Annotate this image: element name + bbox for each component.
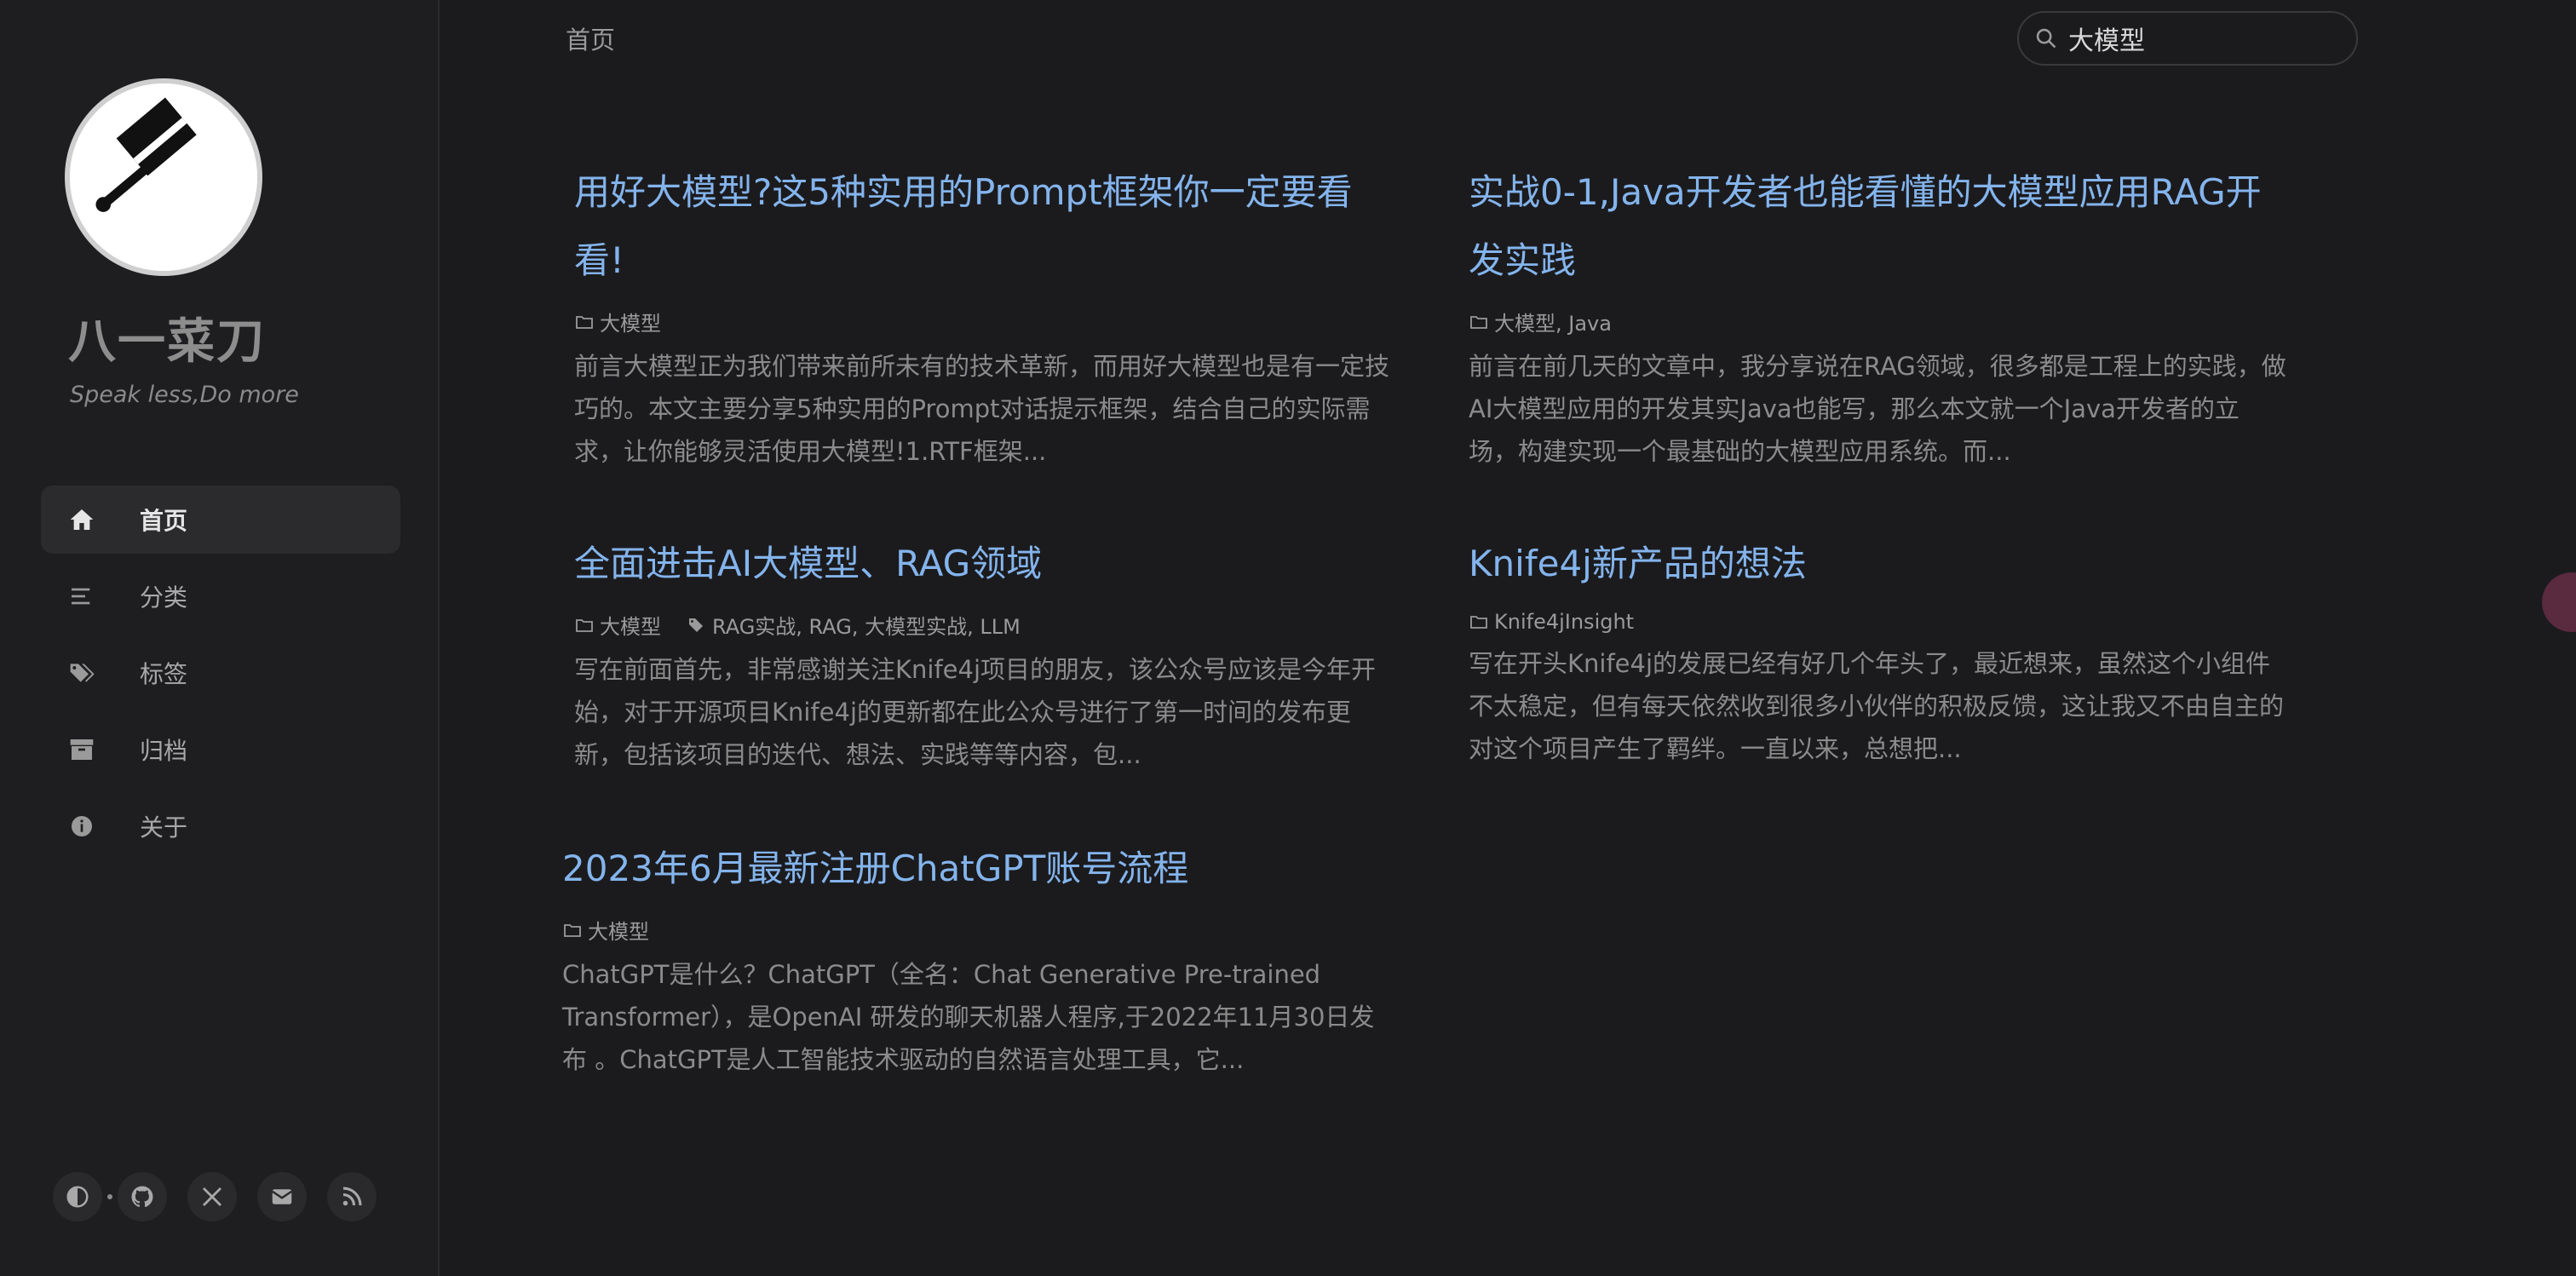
sidebar-item-about[interactable]: 关于 xyxy=(41,792,400,860)
post-card: 全面进击AI大模型、RAG领域 大模型 RAG实战, RAG, 大模型实战, L… xyxy=(574,530,1392,776)
post-meta: 大模型 xyxy=(562,915,1380,945)
post-excerpt: 写在前面首先，非常感谢关注Knife4j项目的朋友，该公众号应该是今年开始，对于… xyxy=(574,655,1377,769)
breadcrumb: 首页 xyxy=(566,26,616,55)
home-icon xyxy=(66,504,97,535)
theme-toggle-button[interactable] xyxy=(53,1172,102,1221)
post-meta: 大模型 xyxy=(574,307,1392,336)
avatar[interactable] xyxy=(65,78,262,276)
post-excerpt: 前言在前几天的文章中，我分享说在RAG领域，很多都是工程上的实践，做AI大模型应… xyxy=(1469,352,2286,466)
folder-icon xyxy=(1470,616,1487,629)
info-icon xyxy=(66,811,97,842)
sidebar-item-categories[interactable]: 分类 xyxy=(41,562,400,630)
x-twitter-icon xyxy=(203,1187,221,1206)
sidebar-item-archives[interactable]: 归档 xyxy=(41,716,400,784)
post-category-link[interactable]: 大模型, Java xyxy=(1494,307,1612,336)
post-excerpt: ChatGPT是什么？ChatGPT（全名：Chat Generative Pr… xyxy=(562,960,1375,1074)
site-title[interactable]: 八一菜刀 xyxy=(68,303,266,372)
post-categories: 大模型, Java xyxy=(1469,307,1612,336)
rss-button[interactable] xyxy=(327,1172,377,1221)
post-category-link[interactable]: 大模型 xyxy=(600,307,661,336)
site-subtitle: Speak less,Do more xyxy=(70,382,299,408)
github-button[interactable] xyxy=(118,1172,167,1221)
sidebar-nav: 首页 分类 标签 归档 关于 xyxy=(41,486,400,869)
post-category-link[interactable]: Knife4jInsight xyxy=(1494,610,1634,634)
email-button[interactable] xyxy=(257,1172,307,1221)
sidebar-item-home[interactable]: 首页 xyxy=(41,486,400,554)
rss-icon xyxy=(342,1187,362,1206)
x-twitter-button[interactable] xyxy=(187,1172,237,1221)
post-category-link[interactable]: 大模型 xyxy=(600,610,661,640)
sidebar-item-label: 分类 xyxy=(140,583,188,612)
tag-icon xyxy=(689,618,703,632)
post-card: Knife4j新产品的想法 Knife4jInsight 写在开头Knife4j… xyxy=(1469,530,2286,770)
footer-separator xyxy=(107,1194,112,1199)
post-excerpt: 前言大模型正为我们带来前所未有的技术革新，而用好大模型也是有一定技巧的。本文主要… xyxy=(574,352,1390,466)
archive-icon xyxy=(66,734,97,765)
post-excerpt: 写在开头Knife4j的发展已经有好几个年头了，最近想来，虽然这个小组件不太稳定… xyxy=(1469,649,2285,763)
post-categories: 大模型 xyxy=(574,610,661,640)
post-title[interactable]: 实战0-1,Java开发者也能看懂的大模型应用RAG开发实践 xyxy=(1469,158,2286,295)
search-input[interactable] xyxy=(2067,22,2339,55)
floating-widget-button[interactable] xyxy=(2542,572,2576,632)
post-category-link[interactable]: 大模型 xyxy=(588,915,649,945)
post-meta: 大模型 RAG实战, RAG, 大模型实战, LLM xyxy=(574,610,1392,640)
sidebar-item-label: 首页 xyxy=(140,507,188,535)
search-icon xyxy=(2036,28,2056,49)
post-categories: Knife4jInsight xyxy=(1469,610,1634,634)
list-icon xyxy=(66,581,97,612)
sidebar-item-tags[interactable]: 标签 xyxy=(41,639,400,707)
post-card: 2023年6月最新注册ChatGPT账号流程 大模型 ChatGPT是什么？Ch… xyxy=(562,835,1380,1081)
folder-icon xyxy=(576,315,593,329)
folder-icon xyxy=(564,923,581,937)
github-icon xyxy=(131,1186,153,1208)
post-card: 实战0-1,Java开发者也能看懂的大模型应用RAG开发实践 大模型, Java… xyxy=(1469,158,2286,473)
post-tag-links[interactable]: RAG实战, RAG, 大模型实战, LLM xyxy=(712,610,1021,640)
sidebar-item-label: 标签 xyxy=(140,660,188,688)
post-meta: 大模型, Java xyxy=(1469,307,2286,336)
post-title[interactable]: 2023年6月最新注册ChatGPT账号流程 xyxy=(562,835,1380,903)
sidebar: 八一菜刀 Speak less,Do more 首页 分类 标签 归档 关于 xyxy=(0,0,440,1276)
sidebar-item-label: 关于 xyxy=(140,813,188,842)
cleaver-logo-icon xyxy=(70,83,257,271)
post-title[interactable]: 用好大模型?这5种实用的Prompt框架你一定要看看! xyxy=(574,158,1392,295)
folder-icon xyxy=(576,618,593,632)
post-card: 用好大模型?这5种实用的Prompt框架你一定要看看! 大模型 前言大模型正为我… xyxy=(574,158,1392,473)
post-categories: 大模型 xyxy=(574,307,661,336)
post-tags: RAG实战, RAG, 大模型实战, LLM xyxy=(687,610,1021,640)
post-meta: Knife4jInsight xyxy=(1469,610,2286,634)
post-title[interactable]: 全面进击AI大模型、RAG领域 xyxy=(574,530,1392,598)
search-box[interactable] xyxy=(2017,11,2358,66)
post-title[interactable]: Knife4j新产品的想法 xyxy=(1469,530,2286,598)
sidebar-item-label: 归档 xyxy=(140,737,188,765)
tags-icon xyxy=(66,658,97,688)
email-icon xyxy=(272,1189,292,1204)
theme-toggle-icon xyxy=(66,1186,89,1208)
sidebar-footer xyxy=(53,1172,397,1221)
post-categories: 大模型 xyxy=(562,915,649,945)
folder-icon xyxy=(1470,315,1487,329)
